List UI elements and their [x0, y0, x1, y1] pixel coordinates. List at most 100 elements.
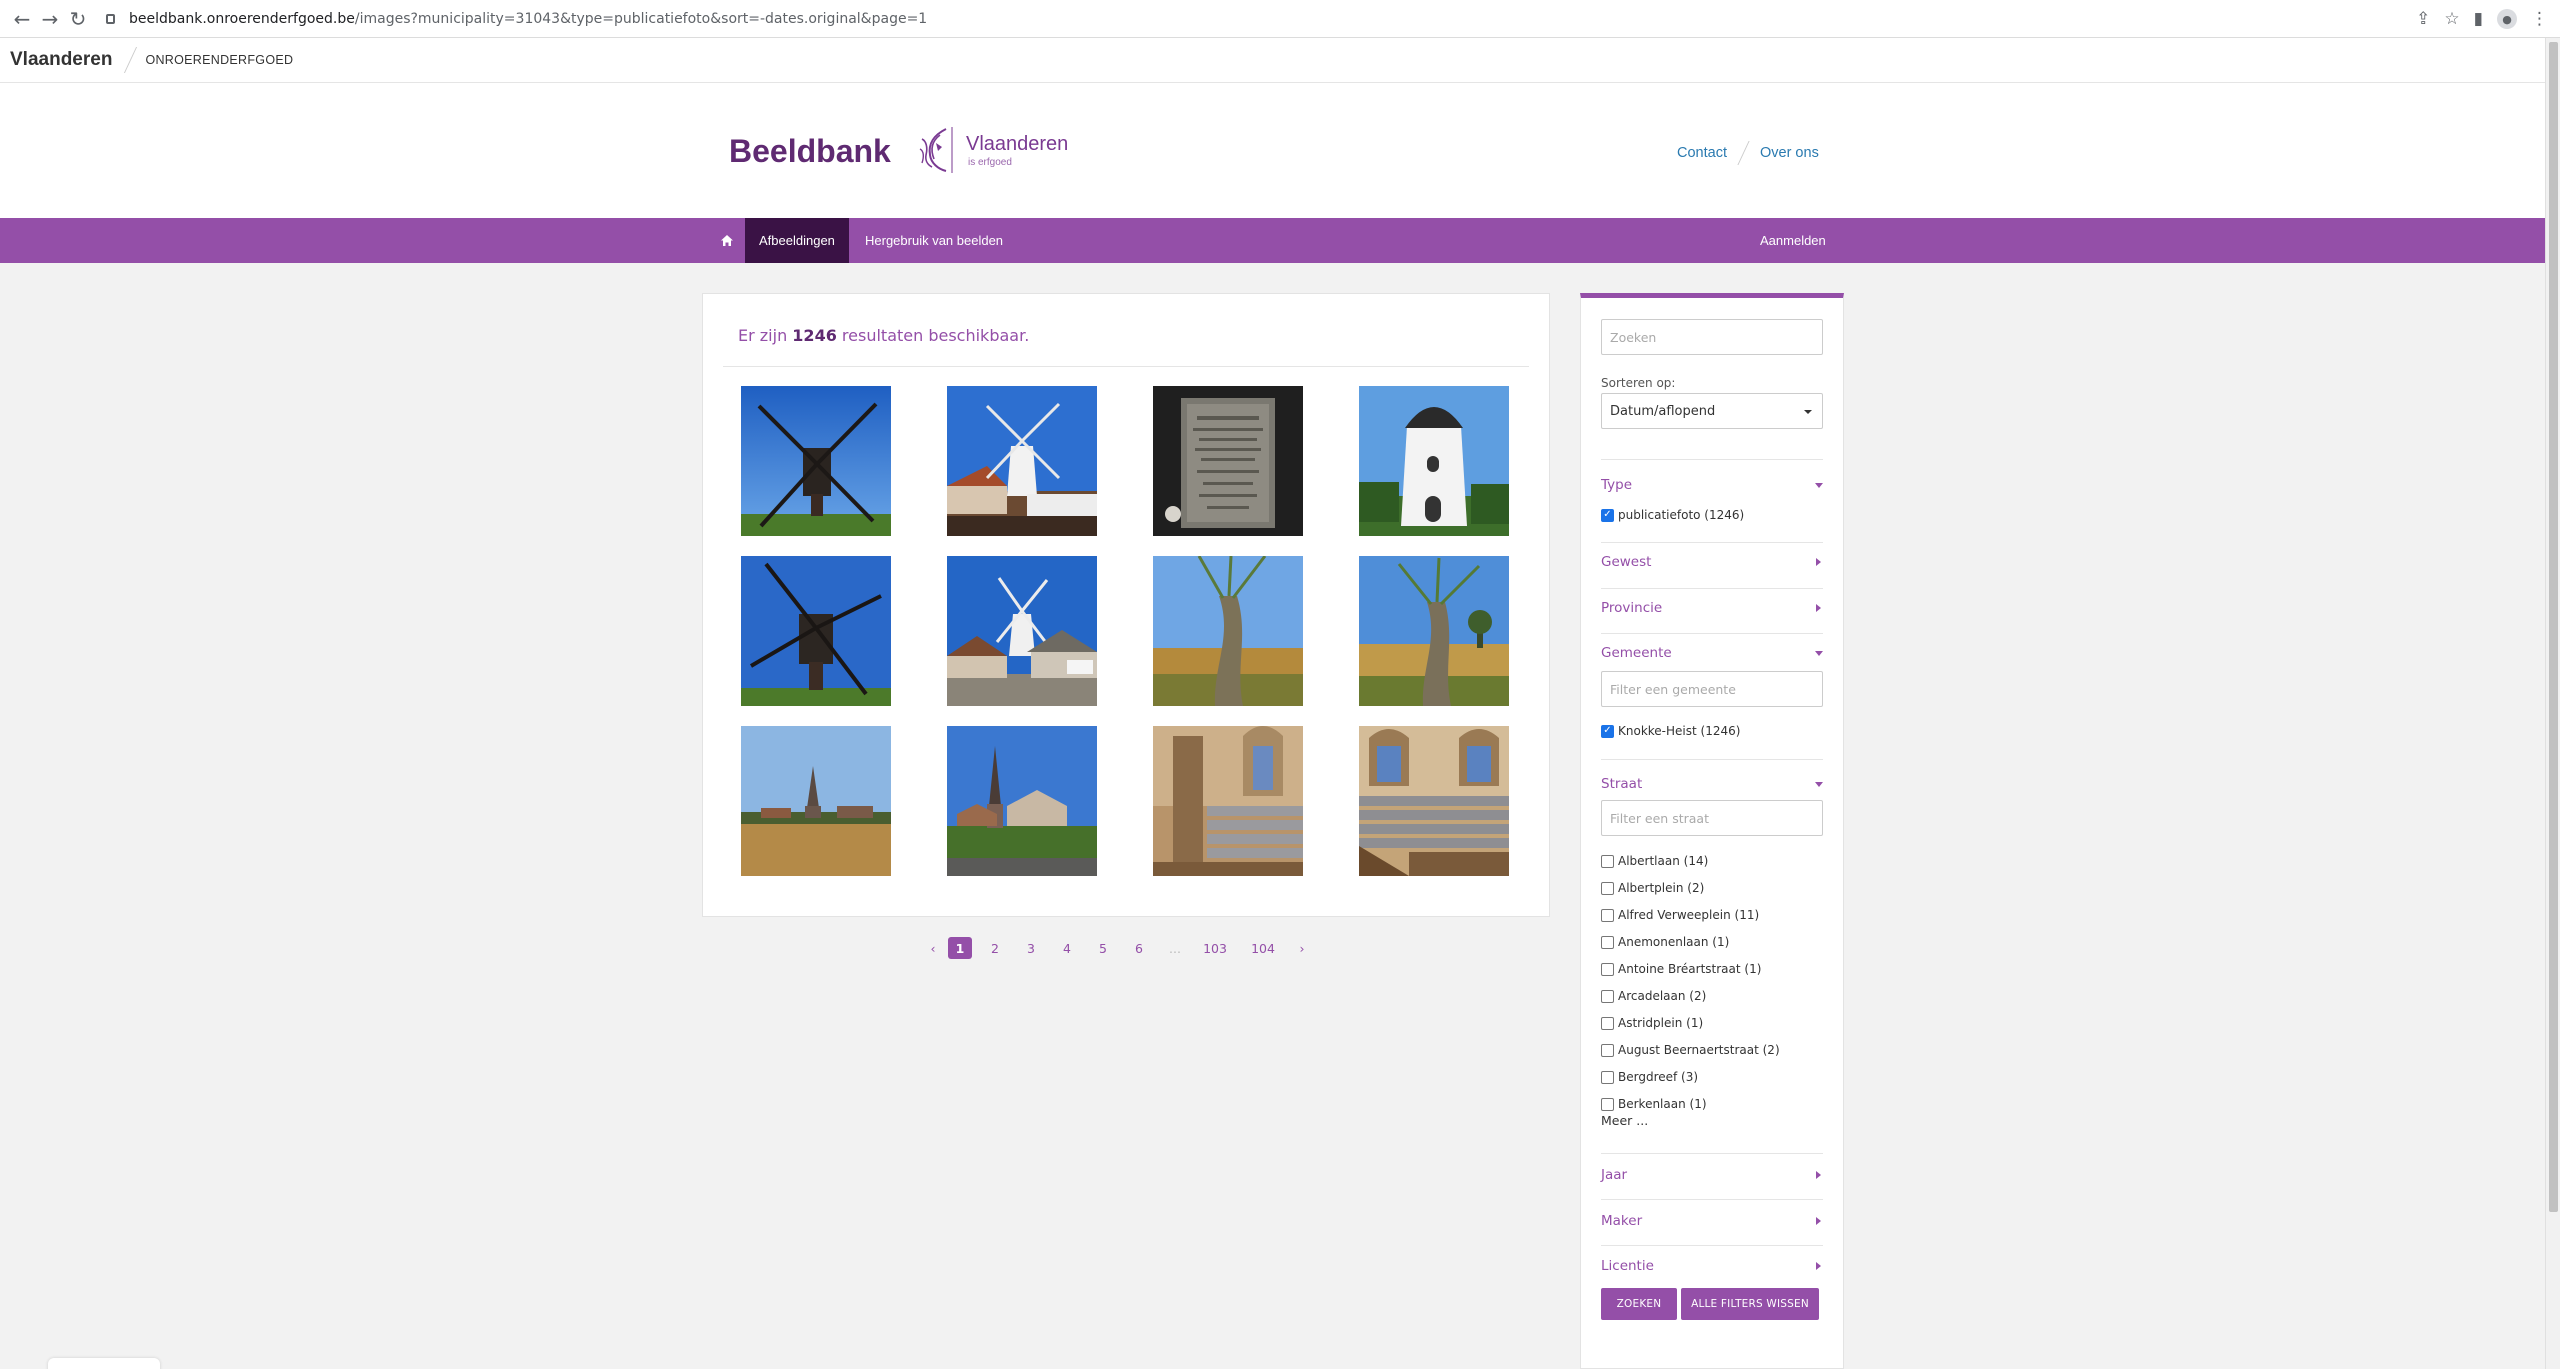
checkbox-icon[interactable] [1601, 1043, 1614, 1057]
checkbox-straat[interactable]: Astridplein (1) [1601, 1016, 1703, 1030]
thumbnail-windmill-post-mill-blue-sky[interactable] [741, 386, 891, 536]
scrollbar-thumb[interactable] [2549, 42, 2558, 1212]
checkbox-straat[interactable]: Arcadelaan (2) [1601, 989, 1706, 1003]
sort-select[interactable]: Datum/aflopend [1601, 393, 1823, 429]
caret-right-icon [1816, 1217, 1821, 1225]
reload-icon[interactable]: ↻ [64, 5, 92, 33]
caret-right-icon [1816, 604, 1821, 612]
thumbnail-post-mill-blue-sky[interactable] [741, 556, 891, 706]
forward-arrow-icon[interactable]: → [36, 5, 64, 33]
login-link[interactable]: Aanmelden [1760, 218, 1826, 263]
header-links: Contact Over ons [1677, 141, 1819, 165]
home-icon[interactable] [710, 218, 744, 263]
checkbox-icon[interactable] [1601, 1016, 1614, 1030]
search-input[interactable] [1601, 319, 1823, 355]
facet-straat[interactable]: Straat [1601, 773, 1823, 795]
facet-licentie[interactable]: Licentie [1601, 1255, 1823, 1277]
divider [1601, 459, 1823, 460]
contact-link[interactable]: Contact [1677, 145, 1727, 161]
page-link[interactable]: 103 [1200, 937, 1230, 959]
checkbox-straat[interactable]: August Beernaertstraat (2) [1601, 1043, 1780, 1057]
page-link[interactable]: 4 [1056, 937, 1078, 959]
facet-type-label: Type [1601, 477, 1633, 493]
checkbox-straat[interactable]: Berkenlaan (1) [1601, 1097, 1707, 1111]
caret-down-icon [1804, 410, 1812, 414]
facet-gemeente[interactable]: Gemeente [1601, 642, 1823, 664]
checkbox-icon[interactable] [1601, 962, 1614, 976]
thumbnail-memorial-plaque[interactable] [1153, 386, 1303, 536]
page-link[interactable]: 6 [1128, 937, 1150, 959]
nav-hergebruik[interactable]: Hergebruik van beelden [851, 218, 1017, 263]
page-link[interactable]: 104 [1248, 937, 1278, 959]
share-icon[interactable]: ⇪ [2416, 9, 2430, 29]
thumbnail-pollard-willow-field-wide[interactable] [1359, 556, 1509, 706]
back-arrow-icon[interactable]: ← [8, 5, 36, 33]
checkbox-publicatiefoto[interactable]: ✓ publicatiefoto (1246) [1601, 508, 1744, 522]
facet-straat-label: Straat [1601, 776, 1643, 792]
page-link[interactable]: 2 [984, 937, 1006, 959]
facet-maker[interactable]: Maker [1601, 1210, 1823, 1232]
thumbnail-church-spire-behind-hedge[interactable] [947, 726, 1097, 876]
side-panel-icon[interactable]: ▮ [2474, 9, 2483, 29]
thumbnail-white-windmill-with-terrace[interactable] [947, 386, 1097, 536]
checkbox-icon[interactable] [1601, 935, 1614, 949]
page-scrollbar[interactable] [2545, 38, 2560, 1369]
page-link[interactable]: 5 [1092, 937, 1114, 959]
prev-page-icon[interactable]: ‹ [920, 937, 946, 959]
over-ons-link[interactable]: Over ons [1760, 145, 1819, 161]
lock-icon [106, 13, 115, 24]
search-button[interactable]: ZOEKEN [1601, 1288, 1677, 1320]
checkbox-straat[interactable]: Albertplein (2) [1601, 881, 1704, 895]
pagination: ‹ 1 2 3 4 5 6 ... 103 104 › [920, 937, 1312, 959]
checkbox-icon[interactable] [1601, 989, 1614, 1003]
checkbox-icon[interactable] [1601, 1070, 1614, 1084]
checkbox-checked-icon[interactable]: ✓ [1601, 724, 1614, 738]
page-link-current[interactable]: 1 [948, 937, 972, 959]
menu-kebab-icon[interactable]: ⋮ [2531, 9, 2548, 29]
checkbox-icon[interactable] [1601, 908, 1614, 922]
checkbox-label: August Beernaertstraat (2) [1618, 1043, 1780, 1057]
caret-down-icon [1815, 651, 1823, 656]
filter-sidebar: Sorteren op: Datum/aflopend Type ✓ publi… [1580, 293, 1844, 1369]
facet-type[interactable]: Type [1601, 474, 1823, 496]
nav-afbeeldingen[interactable]: Afbeeldingen [745, 218, 849, 263]
bookmark-star-icon[interactable]: ☆ [2444, 9, 2459, 29]
checkbox-icon[interactable] [1601, 1097, 1614, 1111]
meer-link[interactable]: Meer ... [1601, 1113, 1648, 1128]
checkbox-straat[interactable]: Anemonenlaan (1) [1601, 935, 1729, 949]
checkbox-icon[interactable] [1601, 854, 1614, 868]
straat-filter-input[interactable] [1601, 800, 1823, 836]
checkbox-straat[interactable]: Antoine Bréartstraat (1) [1601, 962, 1761, 976]
checkbox-label: Knokke-Heist (1246) [1618, 724, 1741, 738]
thumbnail-church-interior-tiered-seats[interactable] [1359, 726, 1509, 876]
checkbox-icon[interactable] [1601, 881, 1614, 895]
checkbox-straat[interactable]: Bergdreef (3) [1601, 1070, 1698, 1084]
floating-tab[interactable] [48, 1358, 160, 1369]
checkbox-straat[interactable]: Alfred Verweeplein (11) [1601, 908, 1759, 922]
sort-select-value: Datum/aflopend [1610, 403, 1716, 419]
checkbox-checked-icon[interactable]: ✓ [1601, 508, 1614, 522]
thumbnail-white-tower-windmill[interactable] [1359, 386, 1509, 536]
checkbox-knokke-heist[interactable]: ✓ Knokke-Heist (1246) [1601, 724, 1740, 738]
vlaanderen-brand[interactable]: Vlaanderen [10, 49, 112, 71]
gemeente-filter-input[interactable] [1601, 671, 1823, 707]
clear-filters-button[interactable]: ALLE FILTERS WISSEN [1681, 1288, 1819, 1320]
lion-logo-icon [919, 127, 953, 173]
thumbnail-church-interior-seating[interactable] [1153, 726, 1303, 876]
next-page-icon[interactable]: › [1292, 937, 1312, 959]
checkbox-straat[interactable]: Albertlaan (14) [1601, 854, 1708, 868]
thumbnail-village-church-across-field[interactable] [741, 726, 891, 876]
address-bar[interactable]: beeldbank.onroerenderfgoed.be/images?mun… [106, 11, 927, 27]
thumbnail-white-windmill-behind-houses[interactable] [947, 556, 1097, 706]
facet-jaar[interactable]: Jaar [1601, 1164, 1823, 1186]
thumbnail-pollard-willow-in-field[interactable] [1153, 556, 1303, 706]
facet-gewest[interactable]: Gewest [1601, 551, 1823, 573]
checkbox-label: Albertlaan (14) [1618, 854, 1709, 868]
agency-name[interactable]: ONROERENDERFGOED [145, 53, 293, 67]
divider [1601, 1153, 1823, 1154]
page-link[interactable]: 3 [1020, 937, 1042, 959]
checkbox-label: Antoine Bréartstraat (1) [1618, 962, 1762, 976]
facet-provincie[interactable]: Provincie [1601, 597, 1823, 619]
profile-avatar-icon[interactable]: ● [2497, 9, 2517, 29]
site-title[interactable]: Beeldbank [729, 133, 891, 170]
